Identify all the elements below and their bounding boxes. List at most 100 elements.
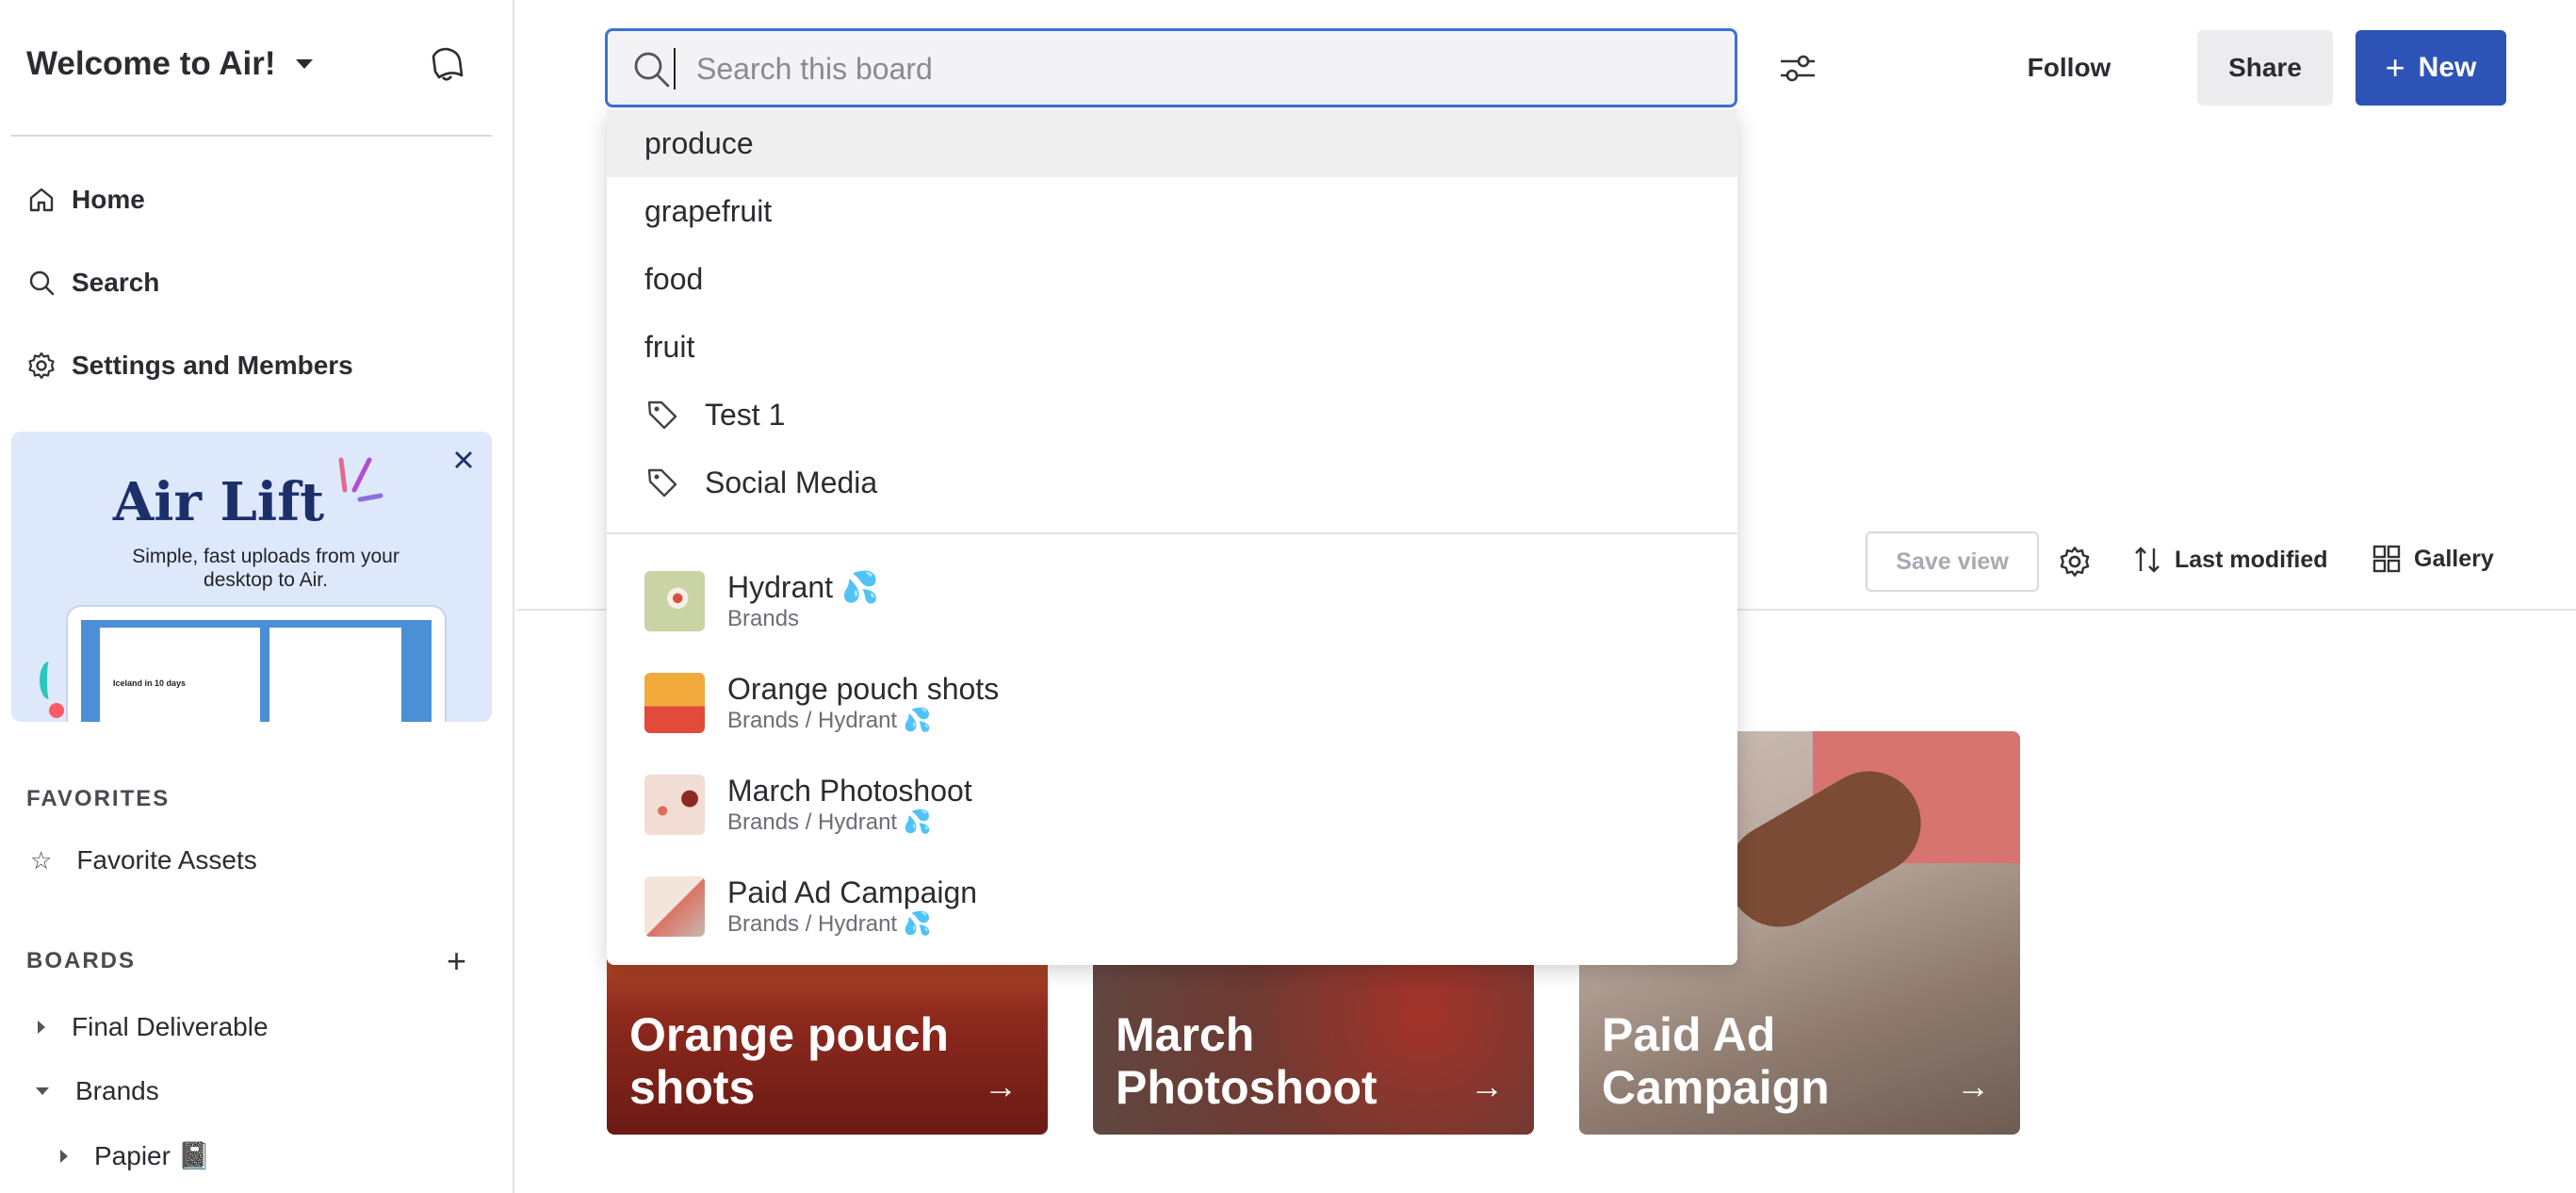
board-result-path: Brands [727, 606, 800, 631]
board-item[interactable]: Final Deliverable [38, 1012, 269, 1042]
screen-pane-secondary [269, 628, 401, 722]
tag-suggestion-item[interactable]: Social Media [607, 449, 1737, 516]
workspace-name: Welcome to Air! [26, 45, 276, 82]
view-mode-label: Gallery [2414, 545, 2494, 572]
board-result-title: Hydrant 💦 [727, 570, 879, 604]
board-result-title: Paid Ad Campaign [727, 875, 978, 909]
favorites-heading: FAVORITES [26, 786, 171, 811]
plus-icon: + [2385, 48, 2405, 87]
board-result-text: March Photoshoot Brands / Hydrant 💦 [727, 773, 972, 837]
sidebar-item-label: Settings and Members [72, 351, 353, 380]
sort-dropdown[interactable]: Last modified [2133, 545, 2328, 575]
board-result-text: Orange pouch shots Brands / Hydrant 💦 [727, 671, 999, 735]
app-root: Welcome to Air! Home Search Settings and… [0, 0, 2576, 1193]
card-title: March Photoshoot [1116, 1008, 1378, 1114]
sidebar-divider [11, 135, 492, 137]
sidebar-item-label: Favorite Assets [76, 845, 257, 874]
swoosh-decoration [40, 662, 58, 699]
board-thumbnail [644, 876, 705, 937]
view-mode-dropdown[interactable]: Gallery [2372, 545, 2494, 573]
star-icon: ☆ [30, 845, 53, 874]
screen-caption: Iceland in 10 days [113, 678, 187, 688]
suggestion-label: Social Media [705, 465, 878, 499]
grid-icon [2372, 545, 2401, 573]
board-thumbnail [644, 775, 705, 835]
add-board-icon[interactable]: + [447, 944, 466, 978]
home-icon [29, 188, 54, 212]
board-label: Final Deliverable [72, 1012, 269, 1041]
suggestion-item[interactable]: produce [607, 109, 1737, 177]
board-result-text: Paid Ad Campaign Brands / Hydrant 💦 [727, 874, 977, 939]
board-result-path: Brands / Hydrant 💦 [727, 809, 932, 835]
laptop-illustration: Iceland in 10 days [68, 607, 445, 722]
suggestion-item[interactable]: fruit [607, 313, 1737, 381]
search-icon [29, 270, 55, 296]
screen-pane: Iceland in 10 days [100, 628, 260, 722]
text-cursor [674, 48, 676, 90]
arrow-right-icon: → [1470, 1067, 1504, 1105]
tag-icon [647, 468, 677, 498]
suggestion-label: produce [644, 125, 754, 160]
workspace-switcher[interactable]: Welcome to Air! [26, 45, 314, 83]
suggestion-label: grapefruit [644, 193, 773, 228]
suggestion-label: Test 1 [705, 397, 786, 432]
board-result-text: Hydrant 💦 Brands [727, 569, 879, 633]
board-item[interactable]: Brands [36, 1076, 159, 1106]
laptop-screen: Iceland in 10 days [81, 620, 432, 722]
close-icon[interactable] [452, 449, 475, 471]
tag-suggestion-item[interactable]: Test 1 [607, 381, 1737, 449]
chevron-down-icon [296, 59, 314, 69]
sidebar-item-label: Home [72, 185, 145, 214]
suggestion-label: food [644, 261, 704, 296]
board-item[interactable]: Papier 📓 [60, 1140, 211, 1171]
new-button-label: New [2418, 52, 2477, 83]
sort-icon [2135, 547, 2160, 573]
promo-title: Air Lift [112, 471, 325, 533]
sidebar-item-label: Search [72, 268, 160, 297]
sidebar-item-search[interactable]: Search [26, 268, 159, 298]
suggestion-item[interactable]: grapefruit [607, 177, 1737, 245]
air-lift-promo[interactable]: Air Lift Simple, fast uploads from your … [11, 432, 492, 722]
suggestion-label: fruit [644, 329, 695, 364]
board-result-title: Orange pouch shots [727, 672, 1000, 706]
follow-button[interactable]: Follow [1994, 30, 2144, 106]
board-thumbnail [644, 673, 705, 733]
arrow-right-icon: → [1956, 1067, 1990, 1105]
board-result-path: Brands / Hydrant 💦 [727, 911, 932, 937]
new-button[interactable]: + New [2356, 30, 2506, 106]
share-button[interactable]: Share [2197, 30, 2333, 106]
board-result-path: Brands / Hydrant 💦 [727, 708, 932, 733]
board-thumbnail [644, 571, 705, 631]
board-result-title: March Photoshoot [727, 774, 972, 808]
promo-subtitle: Simple, fast uploads from your desktop t… [132, 546, 399, 591]
sidebar-item-settings[interactable]: Settings and Members [26, 351, 353, 381]
filter-icon[interactable] [1777, 49, 1818, 87]
card-title: Orange pouch shots [629, 1008, 949, 1114]
board-result-item[interactable]: Orange pouch shots Brands / Hydrant 💦 [644, 663, 999, 743]
notification-bell-icon[interactable] [426, 43, 467, 85]
board-label: Brands [75, 1076, 159, 1105]
save-view-button[interactable]: Save view [1866, 531, 2039, 592]
card-title: Paid Ad Campaign [1602, 1008, 1830, 1114]
chevron-right-icon[interactable] [38, 1021, 45, 1034]
search-box[interactable] [605, 28, 1737, 107]
sort-label: Last modified [2175, 546, 2328, 573]
board-result-item[interactable]: Paid Ad Campaign Brands / Hydrant 💦 [644, 867, 977, 946]
search-input[interactable] [696, 41, 1714, 97]
board-result-item[interactable]: March Photoshoot Brands / Hydrant 💦 [644, 765, 972, 844]
sidebar: Welcome to Air! Home Search Settings and… [0, 0, 514, 1193]
sidebar-item-favorite-assets[interactable]: ☆ Favorite Assets [30, 845, 257, 875]
suggestion-item[interactable]: food [607, 245, 1737, 313]
gear-icon[interactable] [2058, 545, 2092, 579]
board-label: Papier 📓 [94, 1141, 211, 1170]
chevron-down-icon[interactable] [36, 1087, 49, 1095]
gear-icon [28, 351, 55, 380]
arrow-right-icon: → [984, 1067, 1018, 1105]
sidebar-item-home[interactable]: Home [26, 185, 145, 215]
dot-decoration [49, 703, 64, 718]
dropdown-divider [607, 532, 1737, 534]
boards-heading: BOARDS [26, 948, 137, 973]
board-result-item[interactable]: Hydrant 💦 Brands [644, 562, 879, 641]
search-icon [634, 52, 670, 88]
chevron-right-icon[interactable] [60, 1149, 68, 1163]
